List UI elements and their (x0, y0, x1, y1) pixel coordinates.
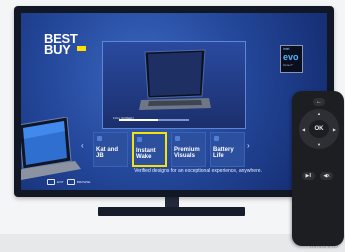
carousel-tile[interactable]: Battery Life (210, 132, 245, 167)
play-icon (137, 137, 142, 142)
up-arrow-icon[interactable]: ▲ (317, 111, 321, 116)
carousel-tile[interactable]: Kat and JB (93, 132, 128, 167)
back-arrow-icon[interactable]: ← (313, 98, 325, 106)
browse-key-icon (67, 179, 75, 185)
exit-hint[interactable]: EXIT (47, 179, 64, 185)
ok-button[interactable]: OK (309, 120, 329, 138)
logo-tag (77, 46, 86, 51)
dpad[interactable]: ▲ ▼ ◀ ▶ OK (299, 109, 339, 149)
tv-stand-neck (165, 197, 179, 207)
play-icon (97, 136, 102, 141)
hero-video[interactable]: FULL SCREEN (102, 41, 246, 129)
intel-evo-badge: intel evo Core i7 (280, 45, 303, 73)
exit-key-icon (47, 179, 55, 185)
chevron-left-icon[interactable]: ‹ (81, 141, 84, 150)
mute-icon[interactable]: ◀x (320, 172, 333, 180)
laptop-image (139, 49, 211, 110)
tv-screen: BEST BUY FULL SCREEN intel evo Core i7 ‹… (21, 13, 327, 190)
video-progress-bar[interactable] (119, 119, 189, 121)
tv-remote: ← ▲ ▼ ◀ ▶ OK ▶‖ ◀x (292, 91, 344, 246)
play-icon (175, 136, 180, 141)
browse-hint[interactable]: BROWSE (67, 179, 90, 185)
carousel-tile-active[interactable]: Instant Wake (132, 132, 167, 167)
down-arrow-icon[interactable]: ▼ (317, 142, 321, 147)
play-pause-icon[interactable]: ▶‖ (302, 172, 315, 180)
best-buy-logo: BEST BUY (44, 32, 88, 56)
side-laptop-image (21, 117, 81, 180)
play-icon (214, 136, 219, 141)
tagline: Verified designs for an exceptional expe… (134, 168, 262, 174)
carousel-tile[interactable]: Premium Visuals (171, 132, 206, 167)
tv-stand-base (98, 207, 245, 216)
video-progress-fill (119, 119, 158, 121)
tv-frame: BEST BUY FULL SCREEN intel evo Core i7 ‹… (14, 6, 334, 197)
chevron-right-icon[interactable]: › (247, 141, 250, 150)
left-arrow-icon[interactable]: ◀ (302, 127, 305, 132)
right-arrow-icon[interactable]: ▶ (333, 127, 336, 132)
